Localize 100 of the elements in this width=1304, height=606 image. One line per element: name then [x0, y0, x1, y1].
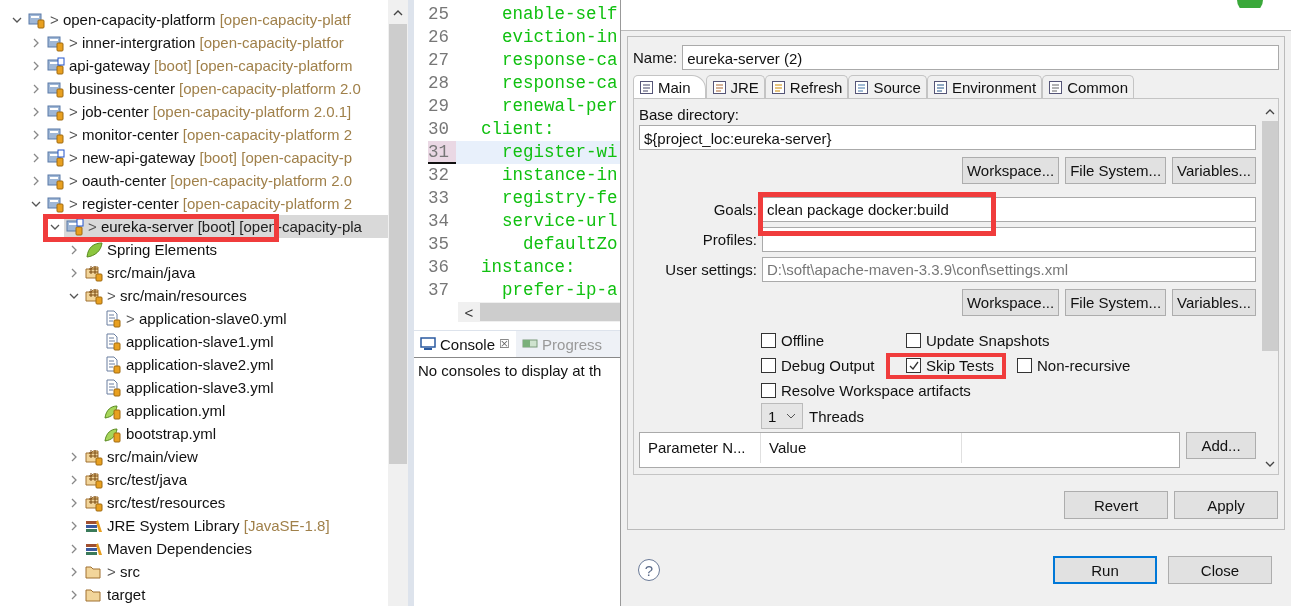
chevron-icon[interactable]	[31, 152, 41, 163]
tree-item[interactable]: > src	[107, 563, 140, 580]
line-number: 36	[428, 256, 450, 279]
field-label: Base directory:	[639, 105, 741, 125]
file-icon	[104, 355, 122, 374]
checkbox[interactable]: Debug Output	[761, 357, 906, 374]
tree-item[interactable]: api-gateway [boot] [open-capacity-platform	[69, 57, 353, 74]
tree-item[interactable]: business-center [open-capacity-platform 2.0	[69, 80, 361, 97]
chevron-icon[interactable]	[31, 60, 41, 71]
tree-item[interactable]: target	[107, 586, 146, 603]
chevron-icon[interactable]	[69, 566, 79, 577]
code-line: enable-self	[501, 3, 619, 26]
chevron-icon[interactable]	[69, 543, 79, 554]
code-line: client:	[480, 118, 556, 141]
tree-item[interactable]: > new-api-gateway [boot] [open-capacity-p	[69, 149, 353, 166]
tree-item[interactable]: bootstrap.yml	[126, 425, 217, 442]
code-line: eviction-in	[501, 26, 619, 49]
scroll-up-icon[interactable]	[392, 8, 404, 18]
tree-item[interactable]: src/test/java	[107, 471, 188, 488]
tab[interactable]: Environment	[926, 75, 1043, 98]
status-icon	[1235, 0, 1265, 8]
scrollbar[interactable]	[388, 0, 408, 606]
checkbox[interactable]: Skip Tests	[906, 357, 1017, 374]
dialog-button[interactable]: Workspace...	[961, 289, 1060, 316]
code-line: service-url	[501, 210, 619, 233]
chevron-icon[interactable]	[31, 37, 41, 48]
dialog-button[interactable]: File System...	[1065, 157, 1167, 184]
package-folder-icon	[85, 286, 103, 305]
tree-item[interactable]: > oauth-center [open-capacity-platform 2.0	[69, 172, 353, 189]
chevron-icon[interactable]	[69, 520, 79, 531]
tab[interactable]: Common	[1042, 75, 1134, 98]
tree-item[interactable]: application-slave3.yml	[126, 379, 274, 396]
code-line: instance-in	[501, 164, 619, 187]
line-number: 35	[428, 233, 450, 256]
dialog-button[interactable]: Revert	[1064, 491, 1168, 519]
horizontal-scrollbar[interactable]: <	[458, 302, 620, 322]
code-line: registry-fe	[501, 187, 619, 210]
tab-icon	[711, 79, 727, 95]
chevron-icon[interactable]	[31, 106, 41, 117]
chevron-icon[interactable]	[69, 497, 79, 508]
chevron-icon[interactable]	[31, 129, 41, 140]
dialog-button[interactable]: Apply	[1174, 491, 1278, 519]
project-icon	[47, 102, 65, 121]
dialog-button[interactable]: Close	[1168, 556, 1272, 584]
base-directory-field[interactable]: ${project_loc:eureka-server}	[639, 125, 1256, 150]
progress-icon	[522, 337, 539, 351]
code-line: renewal-per	[501, 95, 619, 118]
tree-item[interactable]: src/main/java	[107, 264, 196, 281]
tree-item[interactable]: src/main/view	[107, 448, 198, 465]
scroll-up-icon[interactable]	[1263, 107, 1276, 117]
chevron-icon[interactable]	[31, 175, 41, 186]
line-number: 33	[428, 187, 450, 210]
name-field[interactable]: eureka-server (2)	[682, 45, 1279, 70]
input-field[interactable]: clean package docker:build	[762, 197, 1256, 222]
tree-item[interactable]: application-slave1.yml	[126, 333, 274, 350]
scroll-down-icon[interactable]	[1263, 459, 1276, 469]
tree-item[interactable]: > monitor-center [open-capacity-platform 2	[69, 126, 353, 143]
caret-icon	[786, 412, 796, 420]
dialog-button[interactable]: Workspace...	[961, 157, 1060, 184]
dialog-button[interactable]: Variables...	[1172, 157, 1256, 184]
tree-item[interactable]: application.yml	[126, 402, 226, 419]
console-tab[interactable]: Console ☒	[414, 331, 517, 357]
tab[interactable]: Main	[633, 75, 706, 98]
check-icon	[907, 359, 920, 372]
tab[interactable]: JRE	[705, 75, 765, 98]
tab-icon	[1048, 79, 1064, 95]
checkbox[interactable]: Offline	[761, 332, 906, 349]
file-icon	[104, 378, 122, 397]
tree-item[interactable]: Spring Elements	[107, 241, 218, 258]
tree-item[interactable]: > inner-intergration [open-capacity-platfor	[69, 34, 344, 51]
tree-item[interactable]: > application-slave0.yml	[126, 310, 287, 327]
checkbox[interactable]: Resolve Workspace artifacts	[761, 382, 971, 399]
chevron-icon[interactable]	[69, 244, 79, 255]
package-folder-icon	[85, 493, 103, 512]
add-button[interactable]: Add...	[1186, 432, 1256, 459]
checkbox[interactable]: Update Snapshots	[906, 332, 1050, 349]
chevron-icon[interactable]	[69, 267, 79, 278]
tree-item[interactable]: > src/main/resources	[107, 287, 247, 304]
dialog-button[interactable]: Variables...	[1172, 289, 1256, 316]
tab[interactable]: Refresh	[764, 75, 849, 98]
dialog-button[interactable]: Run	[1053, 556, 1157, 584]
tab[interactable]: Source	[848, 75, 927, 98]
dialog-button[interactable]: File System...	[1065, 289, 1167, 316]
tree-item[interactable]: src/test/resources	[107, 494, 226, 511]
tree-item[interactable]: application-slave2.yml	[126, 356, 274, 373]
tree-item[interactable]: > open-capacity-platform [open-capacity-platf	[50, 11, 351, 28]
tree-item[interactable]: Maven Dependencies	[107, 540, 253, 557]
threads-dropdown[interactable]: 1	[761, 403, 803, 429]
tree-item[interactable]: JRE System Library [JavaSE-1.8]	[107, 517, 330, 534]
chevron-icon[interactable]	[69, 474, 79, 485]
input-field[interactable]: D:\soft\apache-maven-3.3.9\conf\settings.xml	[762, 257, 1256, 282]
project-icon	[47, 125, 65, 144]
tree-item[interactable]: > job-center [open-capacity-platform 2.0.1]	[69, 103, 352, 120]
tree-item[interactable]: > register-center [open-capacity-platform 2	[69, 195, 353, 212]
name-label: Name:	[633, 49, 678, 66]
chevron-icon[interactable]	[69, 589, 79, 600]
chevron-icon[interactable]	[31, 83, 41, 94]
help-button[interactable]: ?	[638, 559, 660, 581]
chevron-icon[interactable]	[69, 451, 79, 462]
checkbox[interactable]: Non-recursive	[1017, 357, 1131, 374]
